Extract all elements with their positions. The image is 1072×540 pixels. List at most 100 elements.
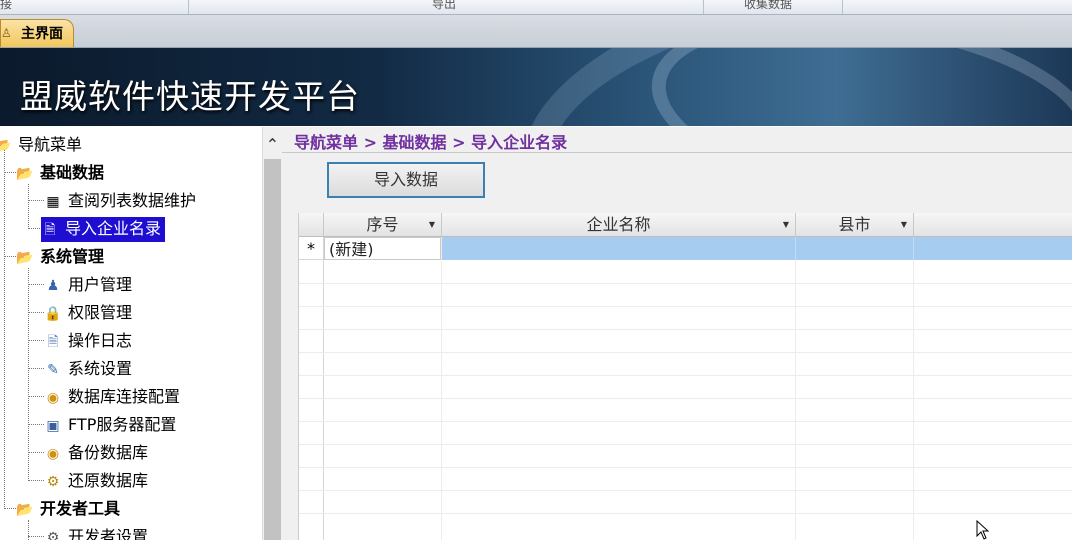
tree-item-ftp-server-config[interactable]: ▣ FTP服务器配置 (44, 413, 176, 437)
tab-main[interactable]: ♙ 主界面 (0, 19, 74, 47)
breadcrumb: 导航菜单 > 基础数据 > 导入企业名录 (294, 133, 568, 152)
table-icon: ▦ (46, 194, 60, 210)
table-cell-seq[interactable]: (新建) (324, 237, 441, 260)
tree-connector (28, 268, 29, 481)
ribbon-separator (842, 0, 843, 14)
tree-section-label: 基础数据 (40, 163, 105, 182)
grid-line (299, 467, 1072, 468)
column-header-company-name[interactable]: 企业名称 ▼ (442, 213, 796, 236)
grid-line (299, 352, 1072, 353)
grid-line (299, 329, 1072, 330)
grid-line (299, 398, 1072, 399)
ribbon-group-label: 导出 (432, 0, 457, 11)
column-header-county[interactable]: 县市 ▼ (796, 213, 914, 236)
tree-connector (28, 536, 44, 537)
grid-line (795, 237, 796, 260)
banner: 盟威软件快速开发平台 (0, 48, 1072, 126)
tree-item-backup-database[interactable]: ◉ 备份数据库 (44, 441, 148, 465)
tree-item-system-settings[interactable]: ✎ 系统设置 (44, 357, 132, 381)
lock-icon: 🔒 (44, 306, 62, 322)
grid-line (299, 513, 1072, 514)
tree-connector (28, 396, 44, 397)
data-grid: 序号 ▼ 企业名称 ▼ 县市 ▼ * (新建) (298, 213, 1072, 540)
dropdown-arrow-icon[interactable]: ▼ (783, 213, 789, 236)
grid-line (299, 421, 1072, 422)
dropdown-arrow-icon[interactable]: ▼ (429, 213, 435, 236)
column-header-label: 企业名称 (586, 215, 651, 234)
grid-line (299, 306, 1072, 307)
tree-connector (28, 368, 44, 369)
ribbon-groups-strip: 接 导出 收集数据 (0, 0, 1072, 15)
tree-section-label: 系统管理 (40, 247, 105, 266)
tree-connector (28, 284, 44, 285)
log-icon: 🗎 (47, 334, 59, 350)
users-icon: ♟ (46, 278, 60, 294)
document-icon: 🗎 (44, 222, 56, 238)
divider (282, 152, 1072, 153)
tree-item-label: FTP服务器配置 (68, 415, 177, 434)
tree-scrollbar[interactable]: ⌃ (262, 127, 282, 540)
tree-connector (28, 424, 44, 425)
chevron-up-icon[interactable]: ⌃ (263, 135, 282, 154)
tree-section-developer-tools[interactable]: 📂 开发者工具 (16, 497, 120, 521)
tree-item-label: 还原数据库 (68, 471, 149, 490)
folder-open-icon: 📂 (16, 250, 34, 266)
content-panel: 导航菜单 > 基础数据 > 导入企业名录 导入数据 序号 ▼ 企业名称 ▼ 县市 ▼ (282, 127, 1072, 540)
banner-decoration (639, 48, 1072, 126)
tab-label: 主界面 (21, 26, 63, 42)
grid-line (299, 444, 1072, 445)
tree-item-db-connection-config[interactable]: ◉ 数据库连接配置 (44, 385, 180, 409)
tree-connector (28, 340, 44, 341)
tree-section-label: 开发者工具 (40, 499, 121, 518)
tree-connector (28, 312, 44, 313)
server-icon: ▣ (46, 418, 60, 434)
tree-item-label: 备份数据库 (68, 443, 149, 462)
selected-highlight: 🗎 导入企业名录 (41, 217, 166, 242)
tree-item-restore-database[interactable]: ⚙ 还原数据库 (44, 469, 148, 493)
document-tab-strip: ♙ 主界面 (0, 15, 1072, 48)
tree-connector (4, 149, 5, 509)
tree-item-label: 操作日志 (68, 331, 133, 350)
tree-item-label: 数据库连接配置 (68, 387, 181, 406)
restore-icon: ⚙ (46, 474, 60, 490)
tree-item-label: 系统设置 (68, 359, 133, 378)
column-header-label: 县市 (838, 215, 871, 234)
ribbon-group-label: 收集数据 (744, 0, 793, 11)
tree-item-developer-settings[interactable]: ⚙ 开发者设置 (44, 525, 148, 540)
tree-connector (28, 452, 44, 453)
ribbon-group-label: 接 (0, 0, 13, 11)
grid-line (299, 283, 1072, 284)
tree-item-permission-management[interactable]: 🔒 权限管理 (44, 301, 132, 325)
table-row-new[interactable]: * (新建) (299, 237, 1072, 260)
tree-section-system-management[interactable]: 📂 系统管理 (16, 245, 104, 269)
grid-header: 序号 ▼ 企业名称 ▼ 县市 ▼ (299, 213, 1072, 237)
ribbon-separator (188, 0, 189, 14)
dropdown-arrow-icon[interactable]: ▼ (901, 213, 907, 236)
tree-root[interactable]: 📂 导航菜单 (0, 133, 82, 157)
folder-open-icon: 📂 (0, 138, 12, 154)
tree-connector (28, 184, 29, 229)
settings-icon: ✎ (47, 362, 59, 378)
tree-root-label: 导航菜单 (18, 135, 83, 154)
grid-line (913, 237, 914, 260)
scrollbar-thumb[interactable] (264, 159, 281, 540)
navigation-tree: 📂 导航菜单 📂 基础数据 ▦ 查阅列表数据维护 🗎 导入企业名录 📂 系统管理 ♟ 用户管… (0, 127, 262, 540)
column-header-seq[interactable]: 序号 ▼ (324, 213, 442, 236)
mouse-cursor-icon (976, 520, 990, 540)
database-icon: ◉ (46, 446, 60, 462)
tree-item-import-company-list[interactable]: 🗎 导入企业名录 (41, 217, 166, 242)
tree-connector (28, 480, 44, 481)
dev-settings-icon: ⚙ (46, 530, 60, 540)
tree-section-basic-data[interactable]: 📂 基础数据 (16, 161, 104, 185)
tree-item-label: 权限管理 (68, 303, 133, 322)
import-data-button[interactable]: 导入数据 (327, 162, 485, 198)
tree-item-user-management[interactable]: ♟ 用户管理 (44, 273, 132, 297)
tree-item-operation-log[interactable]: 🗎 操作日志 (44, 329, 132, 353)
tree-connector (28, 200, 44, 201)
row-selector[interactable]: * (299, 237, 323, 260)
select-all-corner[interactable] (299, 213, 324, 236)
tree-item-lookup-maintenance[interactable]: ▦ 查阅列表数据维护 (44, 189, 196, 213)
tree-item-label: 导入企业名录 (65, 219, 162, 238)
new-row-highlight[interactable] (442, 237, 1072, 260)
grid-line (299, 375, 1072, 376)
